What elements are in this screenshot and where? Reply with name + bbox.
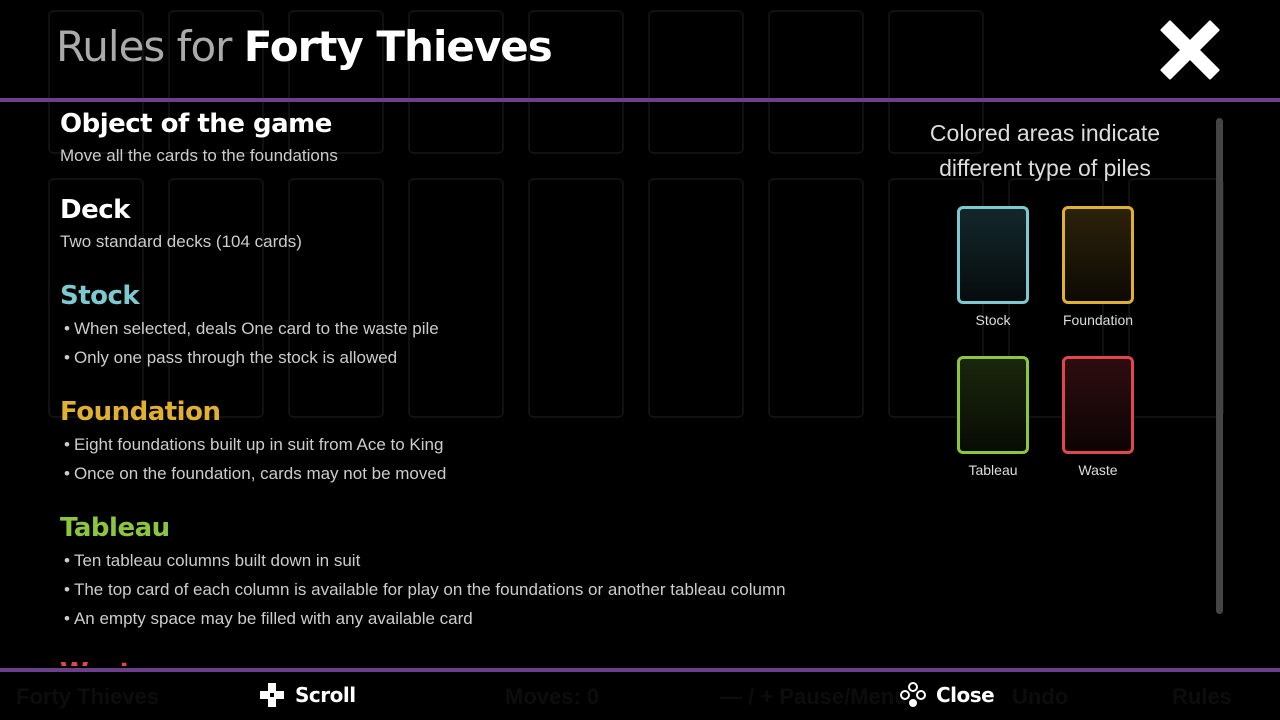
list-item: Ten tableau columns built down in suit: [60, 546, 900, 575]
legend-title: Colored areas indicate different type of…: [910, 116, 1180, 186]
pile-swatch: [1062, 356, 1134, 454]
list-item: The top card of each column is available…: [60, 575, 900, 604]
page-title: Rules for Forty Thieves: [56, 22, 553, 72]
close-icon: [1160, 20, 1220, 80]
section-title: Deck: [60, 195, 130, 225]
legend-title-line: different type of piles: [939, 155, 1151, 181]
list-item: Only one pass through the stock is allow…: [60, 343, 900, 372]
dpad-icon: [260, 683, 284, 707]
game-name: Forty Thieves: [243, 22, 553, 71]
section-description: Two standard decks (104 cards): [60, 232, 302, 251]
section-deck: Deck Two standard decks (104 cards): [60, 192, 900, 256]
section-title: Object of the game: [60, 109, 332, 139]
legend-pile-foundation: Foundation: [1043, 206, 1153, 328]
pile-label: Tableau: [968, 462, 1018, 478]
scrollbar[interactable]: [1216, 118, 1223, 614]
section-title: Waste: [60, 655, 900, 666]
pile-label: Stock: [975, 312, 1011, 328]
legend-pile-stock: Stock: [938, 206, 1048, 328]
section-waste: Waste: [60, 655, 900, 666]
pile-label: Waste: [1078, 462, 1118, 478]
title-prefix: Rules for: [56, 22, 232, 71]
legend-pile-tableau: Tableau: [938, 356, 1048, 478]
list-item: When selected, deals One card to the was…: [60, 314, 900, 343]
legend-title-line: Colored areas indicate: [929, 120, 1161, 146]
pile-legend: Colored areas indicate different type of…: [910, 116, 1180, 506]
list-item: An empty space may be filled with any av…: [60, 604, 900, 633]
list-item: Eight foundations built up in suit from …: [60, 430, 900, 459]
list-item: Once on the foundation, cards may not be…: [60, 459, 900, 488]
section-title: Foundation: [60, 397, 221, 427]
pile-swatch: [957, 206, 1029, 304]
scroll-hint[interactable]: Scroll: [259, 682, 356, 708]
pile-swatch: [1062, 206, 1134, 304]
section-tableau: Tableau Ten tableau columns built down i…: [60, 510, 900, 633]
section-title: Stock: [60, 281, 140, 311]
close-hint[interactable]: Close: [900, 682, 995, 708]
section-foundation: Foundation Eight foundations built up in…: [60, 394, 900, 488]
section-object: Object of the game Move all the cards to…: [60, 106, 900, 170]
face-buttons-icon: [900, 682, 926, 707]
footer-controls: Scroll Close: [0, 668, 1280, 720]
section-stock: Stock When selected, deals One card to t…: [60, 278, 900, 372]
section-description: Move all the cards to the foundations: [60, 146, 338, 165]
pile-swatch: [957, 356, 1029, 454]
rules-content[interactable]: Object of the game Move all the cards to…: [60, 106, 900, 666]
close-label: Close: [936, 683, 995, 707]
scroll-label: Scroll: [295, 683, 356, 707]
legend-pile-waste: Waste: [1043, 356, 1153, 478]
pile-label: Foundation: [1062, 312, 1134, 328]
section-title: Tableau: [60, 513, 170, 543]
close-button[interactable]: [1160, 20, 1220, 80]
rules-header: Rules for Forty Thieves: [0, 0, 1280, 102]
